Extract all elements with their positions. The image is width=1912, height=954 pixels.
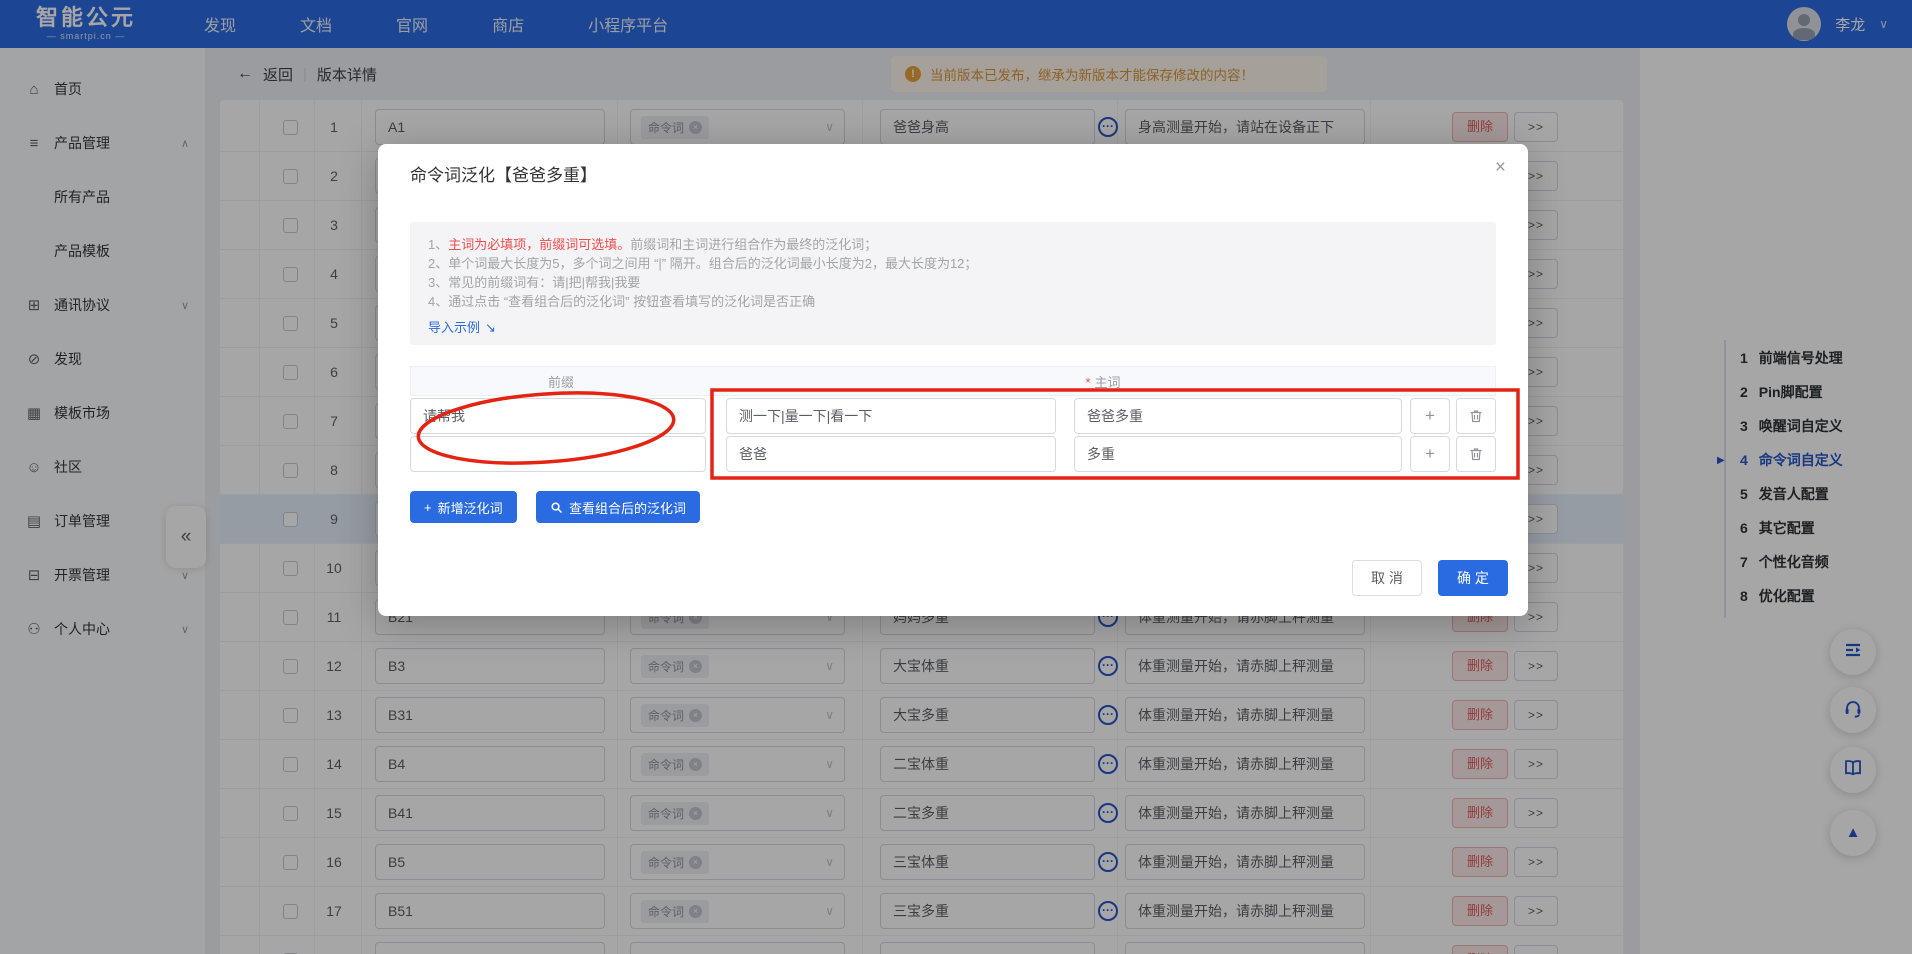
prefix-input[interactable] <box>410 398 706 434</box>
instruction-number: 2、 <box>428 256 449 271</box>
instruction-line: 4、通过点击 “查看组合后的泛化词” 按钮查看填写的泛化词是否正确 <box>428 292 1478 311</box>
instruction-text: 前缀词和主词进行组合作为最终的泛化词； <box>630 237 878 252</box>
column-header-prefix: 前缀 <box>547 374 574 390</box>
instruction-number: 3、 <box>428 275 449 290</box>
instruction-text: 单个词最大长度为5，多个词之间用 “|” 隔开。组合后的泛化词最小长度为2，最大… <box>448 256 978 271</box>
instruction-line: 1、主词为必填项，前缀词可选填。前缀词和主词进行组合作为最终的泛化词； <box>428 235 1478 254</box>
main-word-input-1[interactable] <box>726 398 1056 434</box>
import-example-link[interactable]: 导入示例 ↘ <box>428 318 496 337</box>
instruction-number: 4、 <box>428 294 449 309</box>
close-icon[interactable]: × <box>1495 157 1506 179</box>
modal-title: 命令词泛化【爸爸多重】 <box>410 166 597 185</box>
main-word-input-2[interactable] <box>1074 436 1402 472</box>
search-icon <box>551 501 563 513</box>
modal-instructions: 1、主词为必填项，前缀词可选填。前缀词和主词进行组合作为最终的泛化词； 2、单个词… <box>410 222 1496 345</box>
main-word-input-2[interactable] <box>1074 398 1402 434</box>
external-link-icon: ↘ <box>485 320 496 335</box>
add-word-button[interactable]: + <box>1410 436 1450 472</box>
delete-row-button[interactable] <box>1456 398 1496 434</box>
instruction-text: 常见的前缀词有：请|把|帮我|我要 <box>448 275 641 290</box>
plus-icon: + <box>424 499 432 515</box>
add-word-button[interactable]: + <box>1410 398 1450 434</box>
add-generalization-button[interactable]: + 新增泛化词 <box>410 491 517 523</box>
confirm-button[interactable]: 确 定 <box>1438 560 1508 596</box>
import-example-label: 导入示例 <box>428 320 481 335</box>
view-combined-button[interactable]: 查看组合后的泛化词 <box>536 491 701 523</box>
instruction-highlight: 主词为必填项，前缀词可选填。 <box>448 237 631 252</box>
instruction-number: 1、 <box>428 237 449 252</box>
instruction-text: 通过点击 “查看组合后的泛化词” 按钮查看填写的泛化词是否正确 <box>448 294 816 309</box>
instruction-line: 3、常见的前缀词有：请|把|帮我|我要 <box>428 273 1478 292</box>
instruction-line: 2、单个词最大长度为5，多个词之间用 “|” 隔开。组合后的泛化词最小长度为2，… <box>428 254 1478 273</box>
prefix-input[interactable] <box>410 436 706 472</box>
delete-row-button[interactable] <box>1456 436 1496 472</box>
required-asterisk: * <box>1085 374 1091 390</box>
main-word-input-1[interactable] <box>726 436 1056 472</box>
generalization-modal: 命令词泛化【爸爸多重】 × 1、主词为必填项，前缀词可选填。前缀词和主词进行组合… <box>378 144 1528 616</box>
column-header-main: * 主词 <box>1085 374 1121 390</box>
modal-form-header: 前缀 * 主词 <box>410 366 1496 396</box>
cancel-button[interactable]: 取 消 <box>1352 560 1422 596</box>
